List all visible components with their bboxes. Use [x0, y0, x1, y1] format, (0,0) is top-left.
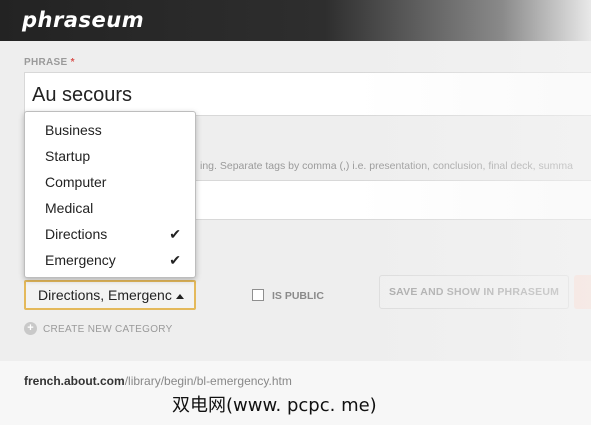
source-domain: french.about.com	[24, 374, 125, 388]
category-option-label: Medical	[45, 200, 94, 216]
category-option-business[interactable]: Business	[25, 120, 195, 146]
is-public-checkbox[interactable]	[252, 289, 264, 301]
category-option-label: Computer	[45, 174, 107, 190]
app-logo[interactable]: phraseum	[22, 8, 144, 32]
category-dropdown: Business Startup Computer Medical Direct…	[24, 111, 196, 278]
watermark: 双电网(www. pcpc. me)	[172, 395, 377, 416]
phrase-input[interactable]: Au secours	[24, 72, 591, 116]
category-option-directions[interactable]: Directions ✔	[25, 224, 195, 250]
phrase-label-text: PHRASE	[24, 57, 68, 68]
category-select[interactable]: Directions, Emergency	[24, 280, 196, 310]
source-url[interactable]: french.about.com/library/begin/bl-emerge…	[24, 374, 292, 388]
category-option-medical[interactable]: Medical	[25, 198, 195, 224]
save-and-show-button[interactable]: SAVE AND SHOW IN PHRASEUM	[379, 275, 569, 309]
tags-hint: ing. Separate tags by comma (,) i.e. pre…	[200, 160, 573, 172]
source-path: /library/begin/bl-emergency.htm	[124, 374, 292, 388]
category-option-label: Directions	[45, 226, 108, 242]
category-option-computer[interactable]: Computer	[25, 172, 195, 198]
category-option-label: Startup	[45, 148, 91, 164]
checkmark-icon: ✔	[169, 252, 181, 268]
category-option-label: Business	[45, 122, 102, 138]
category-option-label: Emergency	[45, 252, 116, 268]
top-bar: phraseum	[0, 0, 591, 41]
caret-up-icon	[176, 294, 184, 299]
secondary-action-button[interactable]	[574, 275, 591, 309]
required-mark: *	[70, 57, 75, 68]
category-select-value: Directions, Emergency	[38, 287, 172, 303]
plus-circle-icon[interactable]: +	[24, 322, 37, 335]
category-option-emergency[interactable]: Emergency ✔	[25, 250, 195, 276]
is-public-label: IS PUBLIC	[272, 290, 324, 302]
category-option-startup[interactable]: Startup	[25, 146, 195, 172]
checkmark-icon: ✔	[169, 226, 181, 242]
phrase-label: PHRASE *	[24, 57, 75, 68]
create-category-link[interactable]: CREATE NEW CATEGORY	[43, 324, 173, 335]
